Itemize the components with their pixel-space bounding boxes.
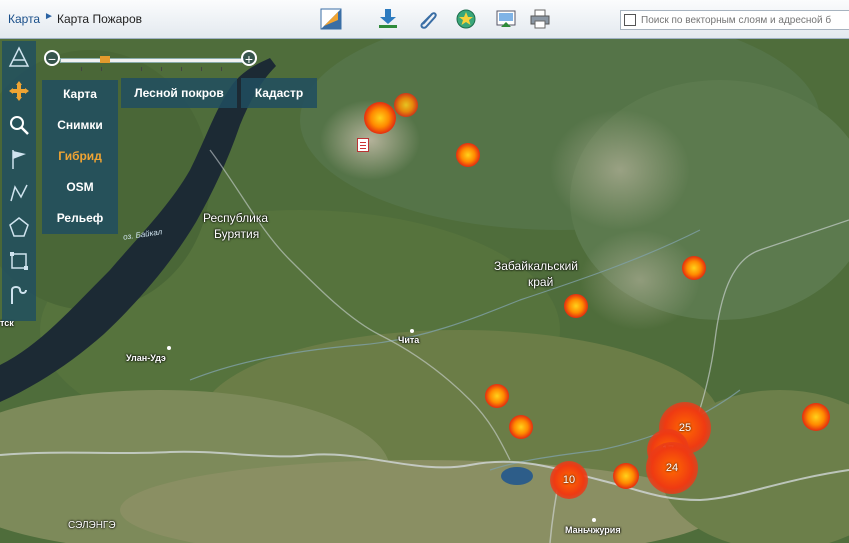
search-input[interactable] [641,12,849,28]
pan-icon [9,81,29,101]
fire-marker[interactable] [394,93,418,117]
cluster-count: 24 [665,462,679,474]
polygon-icon [9,217,29,237]
fire-marker[interactable] [364,102,396,134]
zoom-search-icon [10,116,29,135]
layers-toggle-icon [320,8,342,30]
city-dot-chita [410,329,414,333]
favorite-icon [456,9,476,29]
overlay-tab-forest-cover[interactable]: Лесной покров [121,78,237,108]
fire-marker[interactable] [682,256,706,280]
flag-icon [12,150,26,169]
layer-option-imagery[interactable]: Снимки [42,118,118,132]
fire-marker[interactable] [802,403,830,431]
attach-button[interactable] [417,8,439,30]
zoom-out-button[interactable]: − [44,50,60,67]
download-icon [379,9,397,28]
region-label-buryatia-1: Республика [203,211,269,225]
favorite-button[interactable] [455,8,477,30]
base-layer-panel: Карта Снимки Гибрид OSM Рельеф [42,80,118,234]
cluster-count: 10 [562,474,576,486]
document-marker-icon[interactable] [357,138,369,152]
home-tool-button[interactable] [7,45,31,69]
home-icon [8,46,30,67]
fire-marker[interactable] [564,294,588,318]
export-map-icon [496,10,516,27]
city-label-chita: Чита [398,335,420,345]
fire-marker[interactable] [456,143,480,167]
attach-icon [420,12,437,29]
fire-marker[interactable] [613,463,639,489]
polyline-tool-button[interactable] [7,181,31,205]
pan-tool-button[interactable] [7,79,31,103]
search-icon[interactable] [624,14,636,26]
zoom-slider[interactable]: − + [44,50,258,71]
fire-cluster-marker[interactable]: 24 [646,442,698,494]
city-dot-manzhouli [592,518,596,522]
layer-option-hybrid[interactable]: Гибрид [42,149,118,163]
fire-cluster-marker[interactable]: 10 [550,461,588,499]
page-title: Карта Пожаров [57,12,143,26]
region-label-buryatia-2: Бурятия [214,227,260,241]
fire-marker[interactable] [485,384,509,408]
layer-option-relief[interactable]: Рельеф [42,211,118,225]
rectangle-icon [10,252,28,270]
flag-tool-button[interactable] [7,147,31,171]
print-icon [530,9,550,29]
city-label-manzhouli: Маньчжурия [565,525,621,535]
polyline-icon [10,184,28,202]
city-dot-ulan-ude [167,346,171,350]
overlay-tab-cadastre[interactable]: Кадастр [241,78,317,108]
region-label-zabaikal-1: Забайкальский [494,259,578,273]
layer-option-osm[interactable]: OSM [42,180,118,194]
layer-option-map[interactable]: Карта [42,87,118,101]
breadcrumb-separator: ► [44,11,54,22]
layers-toggle-button[interactable] [320,8,342,30]
search-box [620,10,849,30]
region-label-zabaikal-2: край [528,275,554,289]
zoom-handle[interactable] [100,56,110,63]
breadcrumb-root-link[interactable]: Карта [8,12,40,26]
export-map-button[interactable] [495,8,517,30]
download-button[interactable] [377,8,399,30]
rectangle-tool-button[interactable] [7,249,31,273]
region-label-selenge: СЭЛЭНГЭ [68,520,116,531]
fire-marker[interactable] [509,415,533,439]
top-toolbar: Карта ► Карта Пожаров [0,0,849,39]
route-tool-button[interactable] [7,283,31,307]
zoom-tool-button[interactable] [7,113,31,137]
map-tools-panel [2,41,36,321]
zoom-track[interactable] [60,58,244,71]
polygon-tool-button[interactable] [7,215,31,239]
zoom-in-button[interactable]: + [241,50,257,67]
city-label-ulan-ude: Улан-Удэ [126,353,166,363]
route-icon [11,286,27,304]
print-button[interactable] [529,8,551,30]
